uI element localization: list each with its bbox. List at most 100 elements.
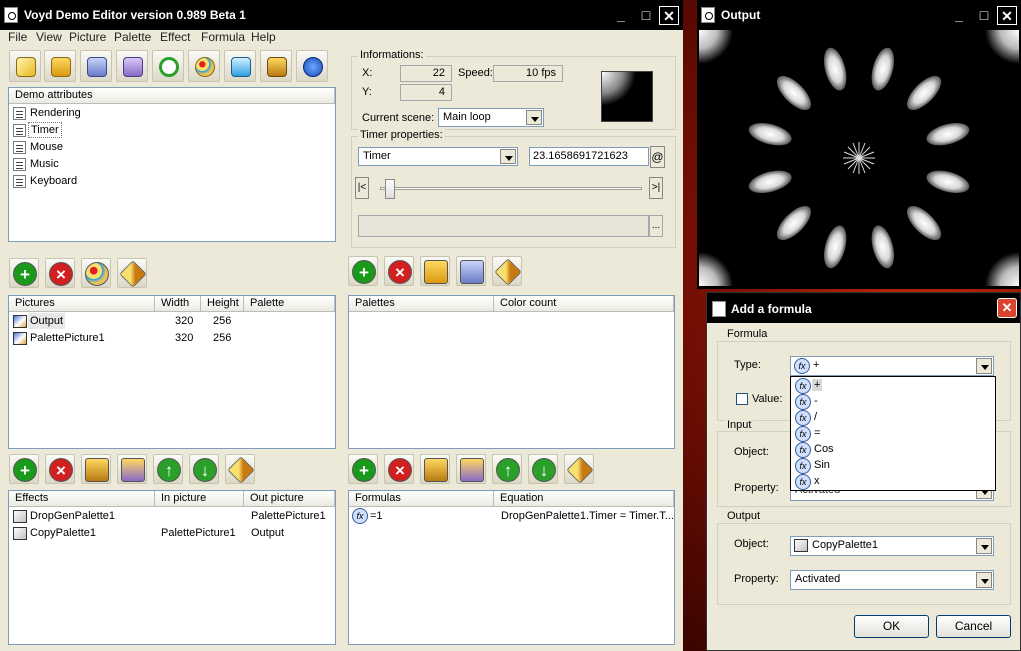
delete-palette-button[interactable]: × [384, 256, 414, 286]
table-row[interactable]: fx =1 DropGenPalette1.Timer = Timer.T... [349, 508, 674, 525]
main-titlebar[interactable]: Voyd Demo Editor version 0.989 Beta 1 _ … [0, 0, 683, 30]
timer-type-select[interactable]: Timer [358, 147, 518, 166]
color-count-header[interactable]: Color count [494, 296, 674, 312]
edit-effect-button[interactable] [225, 454, 255, 484]
dropdown-option[interactable]: fx + [792, 378, 994, 394]
at-button[interactable]: @ [650, 146, 665, 168]
add-effect-button[interactable]: + [9, 454, 39, 484]
save-button[interactable] [80, 50, 112, 82]
formulas-list[interactable]: Formulas Equation fx =1 DropGenPalette1.… [348, 490, 675, 645]
maximize-button[interactable]: □ [636, 6, 656, 25]
dropdown-option[interactable]: fx Cos [792, 442, 994, 458]
output-object-select[interactable]: CopyPalette1 [790, 536, 994, 556]
open-palette-button[interactable] [420, 256, 450, 286]
current-scene-select[interactable]: Main loop [438, 108, 544, 127]
output-property-select[interactable]: Activated [790, 570, 994, 590]
cancel-button[interactable]: Cancel [936, 615, 1011, 638]
refresh-button[interactable] [152, 50, 184, 82]
add-picture-button[interactable]: + [9, 258, 39, 288]
picture-palette-button[interactable] [81, 258, 111, 288]
list-item[interactable]: Music [9, 156, 335, 173]
effect-link-button[interactable] [81, 454, 111, 484]
delete-picture-button[interactable]: × [45, 258, 75, 288]
save-palette-button[interactable] [456, 256, 486, 286]
list-item[interactable]: Mouse [9, 139, 335, 156]
table-row[interactable]: PalettePicture1 320 256 [9, 330, 335, 347]
width-header[interactable]: Width [155, 296, 201, 312]
menu-formula[interactable]: Formula [201, 30, 245, 44]
demo-attributes-list[interactable]: Demo attributes Rendering Timer Mouse Mu… [8, 87, 336, 242]
palette-button[interactable] [188, 50, 220, 82]
menu-picture[interactable]: Picture [69, 30, 106, 44]
close-button[interactable]: ✕ [659, 6, 679, 25]
formula-unlink-button[interactable] [456, 454, 486, 484]
move-up-formula-button[interactable]: ↑ [492, 454, 522, 484]
edit-palette-button[interactable] [492, 256, 522, 286]
type-dropdown[interactable]: fx + fx - fx / fx = fx Cos fx Sin fx x [790, 376, 996, 491]
delete-formula-button[interactable]: × [384, 454, 414, 484]
slider-start-button[interactable]: |< [355, 177, 369, 199]
out-picture-header[interactable]: Out picture [244, 491, 335, 507]
effects-header[interactable]: Effects [9, 491, 155, 507]
move-up-effect-button[interactable]: ↑ [153, 454, 183, 484]
palettes-header[interactable]: Palettes [349, 296, 494, 312]
save-as-button[interactable] [116, 50, 148, 82]
pictures-list[interactable]: Pictures Width Height Palette Output 320… [8, 295, 336, 449]
list-item[interactable]: Timer [9, 122, 335, 139]
list-item[interactable]: Rendering [9, 105, 335, 122]
render-button[interactable] [224, 50, 256, 82]
delete-effect-button[interactable]: × [45, 454, 75, 484]
dropdown-option[interactable]: fx / [792, 410, 994, 426]
palette-header[interactable]: Palette [244, 296, 335, 312]
close-button[interactable]: ✕ [997, 6, 1017, 25]
chevron-down-icon[interactable] [976, 538, 992, 554]
maximize-button[interactable]: □ [974, 6, 994, 25]
table-row[interactable]: Output 320 256 [9, 313, 335, 330]
dialog-close-button[interactable]: ✕ [997, 298, 1017, 318]
palettes-list[interactable]: Palettes Color count [348, 295, 675, 449]
dialog-titlebar[interactable]: Add a formula ✕ [707, 293, 1020, 323]
menu-view[interactable]: View [36, 30, 62, 44]
effects-list[interactable]: Effects In picture Out picture DropGenPa… [8, 490, 336, 645]
move-down-effect-button[interactable]: ↓ [189, 454, 219, 484]
chevron-down-icon[interactable] [976, 572, 992, 588]
list-item[interactable]: Keyboard [9, 173, 335, 190]
output-titlebar[interactable]: Output _ □ ✕ [697, 0, 1021, 30]
browse-button[interactable]: ... [649, 215, 663, 237]
type-select[interactable]: fx + [790, 356, 994, 376]
timer-slider-thumb[interactable] [385, 179, 396, 199]
dropdown-option[interactable]: fx x [792, 474, 994, 490]
menu-effect[interactable]: Effect [160, 30, 190, 44]
dropdown-option[interactable]: fx Sin [792, 458, 994, 474]
menu-file[interactable]: File [8, 30, 27, 44]
height-header[interactable]: Height [201, 296, 244, 312]
minimize-button[interactable]: _ [949, 6, 969, 25]
new-button[interactable] [9, 50, 41, 82]
open-button[interactable] [44, 50, 76, 82]
menu-help[interactable]: Help [251, 30, 276, 44]
minimize-button[interactable]: _ [611, 6, 631, 25]
edit-formula-button[interactable] [564, 454, 594, 484]
table-row[interactable]: CopyPalette1 PalettePicture1 Output [9, 525, 335, 542]
formula-link-button[interactable] [420, 454, 450, 484]
in-picture-header[interactable]: In picture [155, 491, 244, 507]
picture-button[interactable] [260, 50, 292, 82]
edit-picture-button[interactable] [117, 258, 147, 288]
pictures-header[interactable]: Pictures [9, 296, 155, 312]
effect-unlink-button[interactable] [117, 454, 147, 484]
ok-button[interactable]: OK [854, 615, 929, 638]
equation-header[interactable]: Equation [494, 491, 674, 507]
chevron-down-icon[interactable] [526, 110, 542, 125]
dropdown-option[interactable]: fx - [792, 394, 994, 410]
menu-palette[interactable]: Palette [114, 30, 151, 44]
move-down-formula-button[interactable]: ↓ [528, 454, 558, 484]
slider-end-button[interactable]: >| [649, 177, 663, 199]
formulas-header[interactable]: Formulas [349, 491, 494, 507]
add-formula-button[interactable]: + [348, 454, 378, 484]
chevron-down-icon[interactable] [976, 358, 992, 374]
value-checkbox[interactable] [736, 393, 748, 405]
add-palette-button[interactable]: + [348, 256, 378, 286]
table-row[interactable]: DropGenPalette1 PalettePicture1 [9, 508, 335, 525]
dropdown-option[interactable]: fx = [792, 426, 994, 442]
timer-value-input[interactable]: 23.1658691721623 [529, 147, 649, 166]
